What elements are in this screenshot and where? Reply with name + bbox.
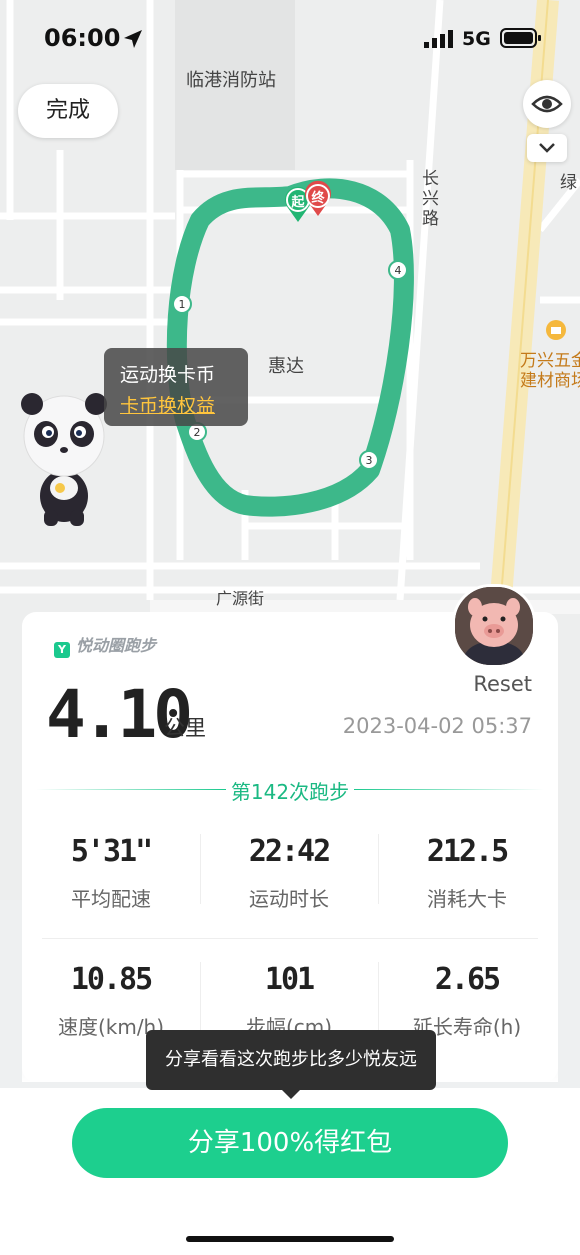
home-indicator[interactable] <box>186 1236 394 1242</box>
stat-value: 2.65 <box>434 962 501 997</box>
stat-label: 平均配速 <box>71 887 151 911</box>
username: Reset <box>473 672 532 696</box>
stat-calories: 212.5 消耗大卡 <box>378 834 556 912</box>
brand-logo: Y 悦动圈跑步 <box>54 632 156 658</box>
end-marker-text: 终 <box>311 190 325 206</box>
stat-life-extension: 2.65 延长寿命(h) <box>378 962 556 1040</box>
km-marker-3: 3 <box>366 454 373 467</box>
coin-tooltip-title: 运动换卡币 <box>120 364 216 386</box>
km-marker-4: 4 <box>395 264 402 277</box>
label-huida: 惠达 <box>268 356 304 377</box>
signal-icon <box>424 30 453 48</box>
eye-icon <box>531 95 563 113</box>
avatar[interactable] <box>452 584 536 668</box>
stat-label: 运动时长 <box>249 887 329 911</box>
km-marker-1: 1 <box>179 298 186 311</box>
panda-mascot-icon[interactable] <box>20 392 110 532</box>
stat-stride: 101 步幅(cm) <box>200 962 378 1040</box>
network-type: 5G <box>462 28 491 50</box>
coin-exchange-link[interactable]: 卡币换权益 <box>120 391 215 418</box>
status-time: 06:00 <box>44 24 121 52</box>
run-count-label: 第142次跑步 <box>230 780 350 804</box>
label-wanxing-2: 建材商场 <box>520 371 580 391</box>
chevron-down-icon <box>539 143 555 153</box>
run-summary-card: Y 悦动圈跑步 4.10 公里 Reset 2023-04-02 05:37 第1… <box>22 584 558 1082</box>
stat-value: 212.5 <box>426 834 509 869</box>
stat-value: 10.85 <box>70 962 153 997</box>
stat-avg-pace: 5'31" 平均配速 <box>22 834 200 912</box>
location-arrow-icon <box>124 30 142 48</box>
visibility-toggle-button[interactable] <box>523 80 571 128</box>
stat-label: 消耗大卡 <box>427 887 507 911</box>
label-green-fragment: 绿 <box>560 173 577 193</box>
share-button[interactable]: 分享100%得红包 <box>72 1108 508 1178</box>
label-changxing-road-3: 路 <box>422 209 439 229</box>
run-count-divider: 第142次跑步 <box>36 776 544 804</box>
stat-value: 22:42 <box>248 834 331 869</box>
coin-tooltip: 运动换卡币 卡币换权益 <box>104 348 248 426</box>
status-bar: 06:00 5G <box>0 0 580 76</box>
share-tip: 分享看看这次跑步比多少悦友远 <box>146 1030 436 1099</box>
stat-duration: 22:42 运动时长 <box>200 834 378 912</box>
brand-name: 悦动圈跑步 <box>76 636 157 655</box>
stat-value: 101 <box>264 962 315 997</box>
stat-speed: 10.85 速度(km/h) <box>22 962 200 1040</box>
collapse-button[interactable] <box>527 134 567 162</box>
pig-avatar-icon <box>455 587 533 665</box>
battery-icon <box>500 28 541 48</box>
label-guangyuan-street: 广源街 <box>216 589 265 608</box>
run-datetime: 2023-04-02 05:37 <box>342 714 532 738</box>
distance-unit: 公里 <box>164 716 206 740</box>
brand-app-icon: Y <box>54 642 70 658</box>
done-button[interactable]: 完成 <box>18 84 118 138</box>
km-marker-2: 2 <box>194 426 201 439</box>
stat-value: 5'31" <box>70 834 153 869</box>
start-marker-text: 起 <box>290 194 305 210</box>
